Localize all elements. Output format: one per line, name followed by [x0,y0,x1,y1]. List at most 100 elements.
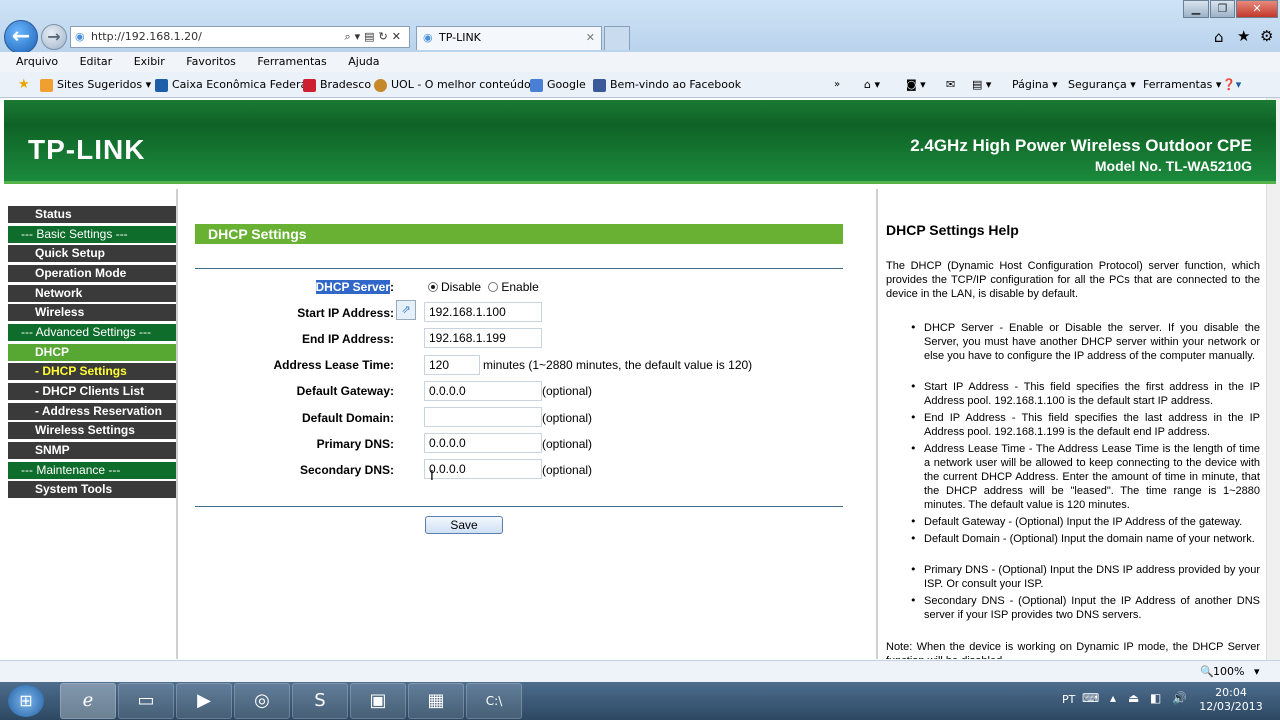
nav-status[interactable]: Status [8,206,177,223]
security-menu[interactable]: Segurança ▾ [1068,72,1136,98]
radio-enable-icon[interactable] [488,282,499,292]
primary-dns-label: Primary DNS: [316,437,394,451]
favorites-bar: ★ Sites Sugeridos ▾ Caixa Econômica Fede… [0,72,1280,98]
print-icon[interactable]: ▤ ▾ [972,72,991,98]
cmd-taskbar-icon[interactable]: C:\ [466,683,522,719]
end-ip-input[interactable]: 192.168.1.199 [424,328,542,348]
close-tab-icon[interactable]: ✕ [586,27,595,49]
bullet-icon: • [910,321,917,334]
tab-tplink[interactable]: ◉ TP-LINK ✕ [416,26,602,50]
menu-favoritos[interactable]: Favoritos [186,55,236,68]
page-menu[interactable]: Página ▾ [1012,72,1058,98]
radio-disable-label: Disable [441,280,482,294]
address-bar[interactable]: ◉ http://192.168.1.20/ ⌕▾▤↻✕ [70,26,410,48]
radio-enable[interactable]: Enable [488,280,539,294]
safely-remove-icon[interactable]: ⏏ [1128,691,1139,705]
start-ip-input[interactable]: 192.168.1.100 [424,302,542,322]
fav-bradesco[interactable]: Bradesco [303,72,371,98]
gateway-input[interactable]: 0.0.0.0 [424,381,542,401]
lease-time-note: minutes (1~2880 minutes, the default val… [483,358,753,372]
help-note: Note: When the device is working on Dyna… [886,641,1260,659]
start-ip-label: Start IP Address: [297,306,394,320]
settings-gear-icon[interactable]: ⚙ [1260,27,1273,45]
address-controls-icon[interactable]: ⌕▾▤↻✕ [344,27,405,47]
fav-uol[interactable]: UOL - O melhor conteúdo [374,72,531,98]
mail-icon[interactable]: ✉ [946,72,955,98]
control-panel-taskbar-icon[interactable]: ▦ [408,683,464,719]
fav-caixa[interactable]: Caixa Econômica Federal [155,72,310,98]
primary-dns-input[interactable]: 0.0.0.0 [424,433,542,453]
bradesco-icon [303,78,316,92]
fav-facebook[interactable]: Bem-vindo ao Facebook [593,72,741,98]
menu-exibir[interactable]: Exibir [134,55,165,68]
save-button[interactable]: Save [425,516,503,534]
nav-dhcp[interactable]: DHCP [8,344,177,361]
nav-quick-setup[interactable]: Quick Setup [8,245,177,262]
maximize-icon[interactable]: ❐ [1210,0,1235,18]
fav-google[interactable]: Google [530,72,586,98]
nav-wireless-settings[interactable]: Wireless Settings [8,422,177,439]
windows-taskbar: ⊞ ℯ ▭ ▶ ◎ S ▣ ▦ C:\ PT ⌨ ▴ ⏏ ◧ 🔊 [0,682,1280,720]
radio-disable[interactable]: Disable [428,280,481,294]
nav-operation-mode[interactable]: Operation Mode [8,265,177,282]
lease-time-label: Address Lease Time: [273,358,395,372]
nav-dhcp-clients-list[interactable]: - DHCP Clients List [8,383,177,400]
new-tab-button[interactable] [604,26,630,50]
forward-button[interactable]: → [41,24,67,50]
home-toolbar-icon[interactable]: ⌂ ▾ [864,72,880,98]
network-tray-icon[interactable]: ◧ [1150,691,1161,705]
chrome-taskbar-icon[interactable]: ◎ [234,683,290,719]
close-window-icon[interactable]: ✕ [1236,0,1278,18]
tray-arrow-icon[interactable]: ▴ [1110,691,1116,705]
nav-address-reservation[interactable]: - Address Reservation [8,403,177,420]
chevron-more-icon[interactable]: » [834,72,840,98]
system-clock[interactable]: 20:04 12/03/2013 [1196,686,1266,714]
keyboard-icon[interactable]: ⌨ [1082,691,1099,705]
nav-snmp[interactable]: SNMP [8,442,177,459]
tplink-logo: TP-LINK [28,134,146,165]
fav-sites-sugeridos[interactable]: Sites Sugeridos ▾ [40,72,151,98]
favorites-star-icon[interactable]: ★ [18,72,30,98]
page-icon: ◉ [75,30,85,43]
domain-input[interactable] [424,407,542,427]
url-text: http://192.168.1.20/ [91,30,202,43]
media-player-taskbar-icon[interactable]: ▶ [176,683,232,719]
help-note-clip: Note: When the device is working on Dyna… [886,640,1260,659]
nav-dhcp-settings[interactable]: - DHCP Settings [8,363,177,380]
language-indicator[interactable]: PT [1062,693,1075,706]
zoom-dropdown-icon[interactable]: ▾ [1254,661,1260,683]
dhcp-server-radios: Disable Enable [428,280,539,294]
radio-disable-icon[interactable] [428,282,438,292]
volume-icon[interactable]: 🔊 [1172,691,1187,705]
nav-maintenance-header: --- Maintenance --- [8,462,177,479]
tools-menu[interactable]: Ferramentas ▾ [1143,72,1221,98]
secondary-dns-input[interactable]: 0.0.0.0 [424,459,542,479]
start-button-icon[interactable]: ⊞ [8,685,44,717]
network-taskbar-icon[interactable]: ▣ [350,683,406,719]
rss-icon[interactable]: ◙ ▾ [906,72,926,98]
zoom-level[interactable]: 100% [1213,661,1244,683]
favorites-star-icon[interactable]: ★ [1237,27,1250,45]
browser-titlebar: ← → ◉ http://192.168.1.20/ ⌕▾▤↻✕ ◉ TP-LI… [0,0,1280,54]
home-icon[interactable]: ⌂ [1214,28,1224,46]
back-button[interactable]: ← [4,20,38,54]
menu-ferramentas[interactable]: Ferramentas [257,55,326,68]
caixa-icon [155,78,168,92]
menu-editar[interactable]: Editar [80,55,113,68]
minimize-icon[interactable]: ▁ [1183,0,1209,18]
lease-time-input[interactable]: 120 [424,355,480,375]
explorer-taskbar-icon[interactable]: ▭ [118,683,174,719]
zoom-icon[interactable]: 🔍 [1200,661,1214,683]
tab-title: TP-LINK [439,31,481,44]
ie-taskbar-icon[interactable]: ℯ [60,683,116,719]
help-icon[interactable]: ❓▾ [1222,72,1241,98]
nav-network[interactable]: Network [8,285,177,302]
fav-label: Caixa Econômica Federal [172,78,311,91]
skype-taskbar-icon[interactable]: S [292,683,348,719]
help-item-primary-dns: Primary DNS - (Optional) Input the DNS I… [924,564,1260,590]
menu-arquivo[interactable]: Arquivo [16,55,58,68]
nav-system-tools[interactable]: System Tools [8,481,177,498]
menu-ajuda[interactable]: Ajuda [348,55,379,68]
nav-wireless[interactable]: Wireless [8,304,177,321]
fav-label: Bradesco [320,78,372,91]
